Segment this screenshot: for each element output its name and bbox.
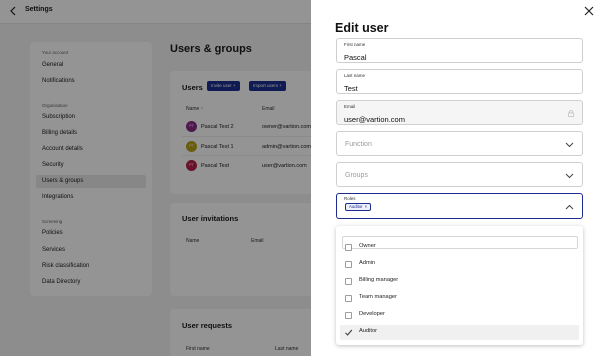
role-option-auditor[interactable]: Auditor (340, 325, 579, 340)
email-label: Email (344, 104, 356, 109)
last-name-field[interactable]: Last name Test (336, 69, 583, 94)
first-name-field[interactable]: First name Pascal (336, 38, 583, 63)
checkbox[interactable] (345, 244, 352, 251)
role-option-owner[interactable]: Owner (340, 240, 579, 255)
role-option-developer[interactable]: Developer (340, 308, 579, 323)
function-placeholder: Function (345, 141, 372, 148)
groups-select[interactable]: Groups (336, 162, 583, 187)
function-select[interactable]: Function (336, 131, 583, 156)
last-name-value: Test (344, 84, 358, 93)
close-icon[interactable] (583, 5, 595, 17)
first-name-value: Pascal (344, 53, 367, 62)
email-field: Email user@vartion.com (336, 100, 583, 125)
groups-placeholder: Groups (345, 172, 368, 179)
roles-select[interactable]: Roles Auditor × (336, 193, 583, 219)
role-option-team-manager[interactable]: Team manager (340, 291, 579, 306)
roles-dropdown: Owner Admin Billing manager Team manager… (336, 226, 583, 345)
roles-label: Roles (344, 196, 356, 201)
role-option-billing-manager[interactable]: Billing manager (340, 274, 579, 289)
checkbox[interactable] (345, 261, 352, 268)
first-name-label: First name (344, 42, 366, 47)
chevron-down-icon (565, 142, 574, 148)
checkbox[interactable] (345, 278, 352, 285)
email-value: user@vartion.com (344, 115, 405, 124)
role-chip-auditor[interactable]: Auditor × (345, 203, 372, 211)
checkbox[interactable] (345, 295, 352, 302)
checkbox[interactable] (345, 312, 352, 319)
checkmark-icon (345, 329, 353, 336)
lock-icon (568, 110, 574, 117)
chevron-down-icon (565, 173, 574, 179)
role-option-admin[interactable]: Admin (340, 257, 579, 272)
drawer-title: Edit user (335, 21, 389, 35)
chip-remove-icon[interactable]: × (365, 204, 368, 210)
chevron-up-icon (565, 204, 574, 210)
last-name-label: Last name (344, 73, 366, 78)
